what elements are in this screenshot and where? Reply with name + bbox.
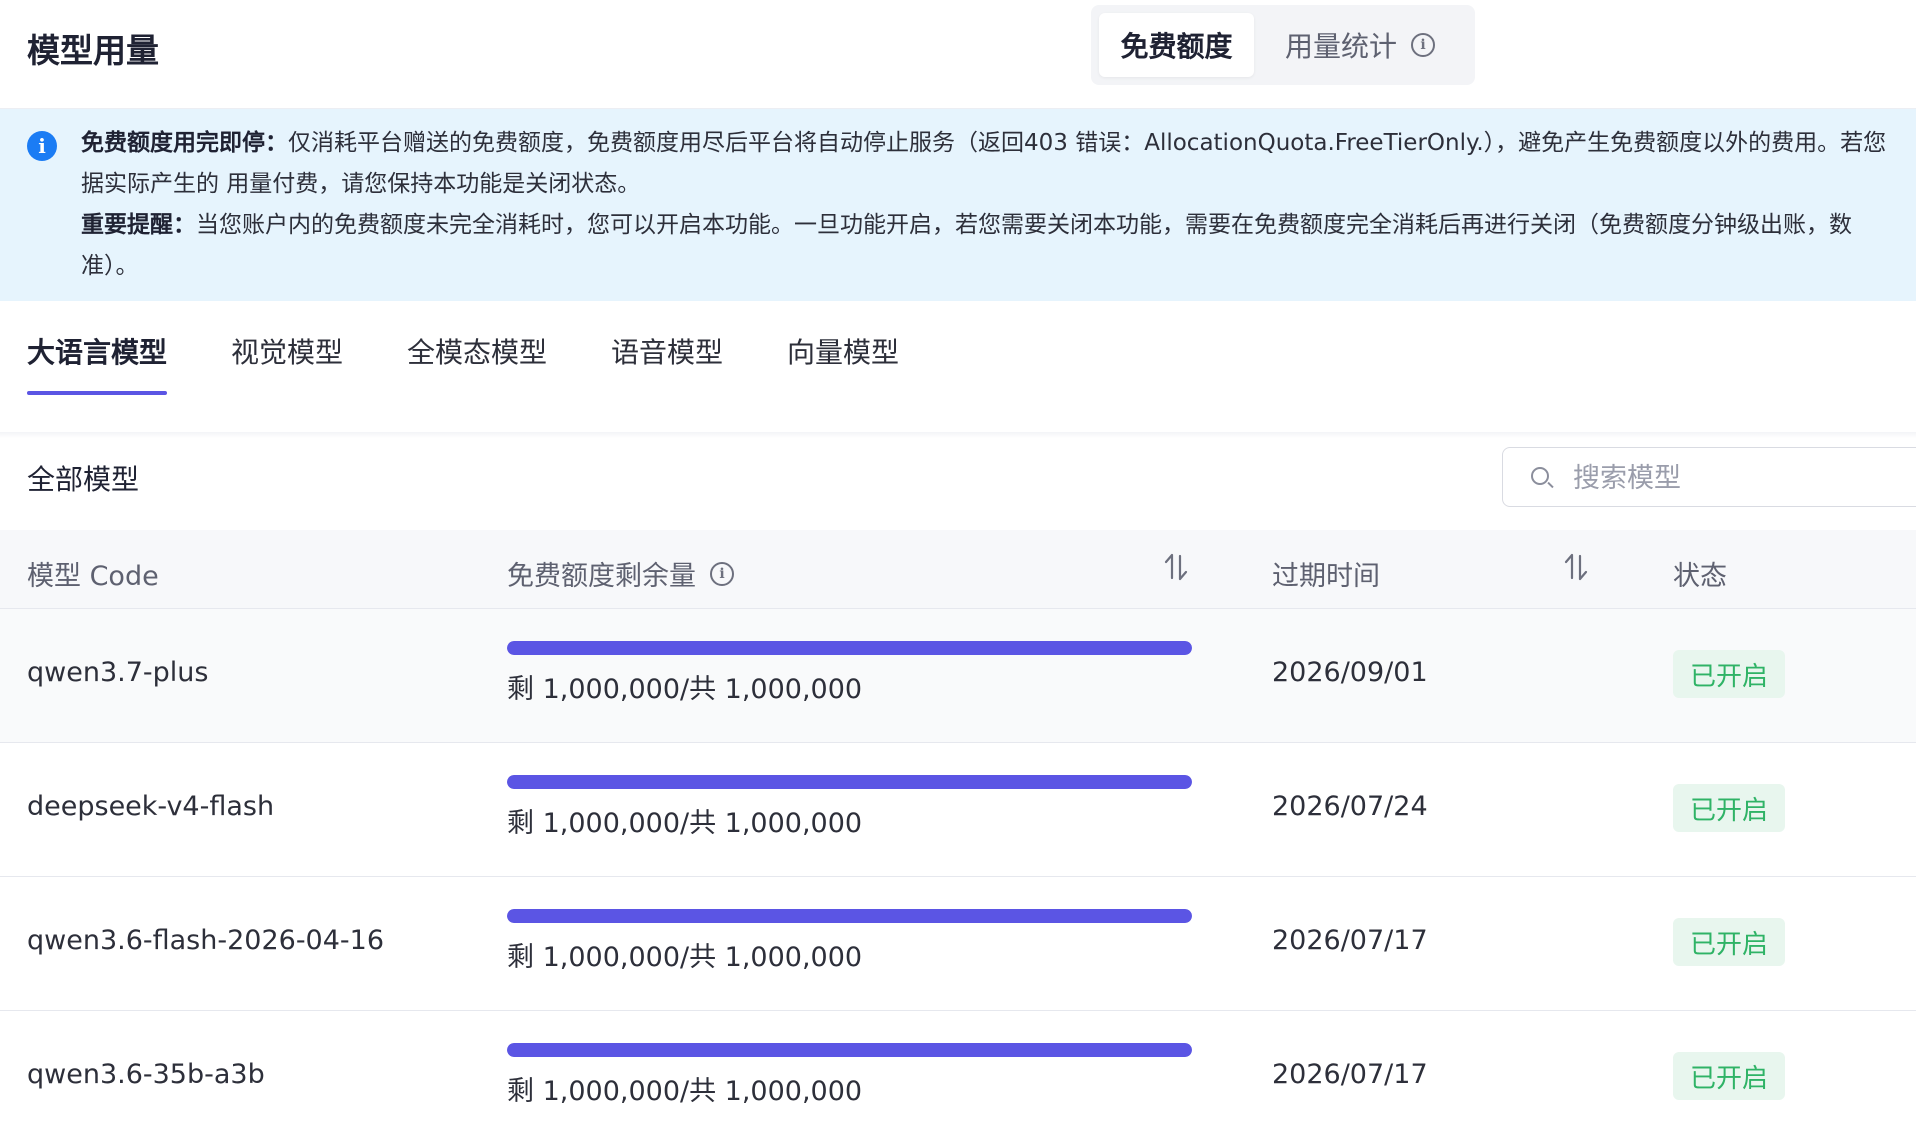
- quota-progress-fill: [507, 641, 1192, 655]
- quota-text: 剩 1,000,000/共 1,000,000: [507, 1076, 863, 1107]
- notice-text-1: 仅消耗平台赠送的免费额度，免费额度用尽后平台将自动停止服务（返回403 错误：A…: [288, 130, 1887, 156]
- tab-llm[interactable]: 大语言模型: [27, 331, 167, 371]
- quota-progress-bar: [507, 641, 1192, 655]
- search-icon: [1531, 467, 1549, 485]
- quota-progress-bar: [507, 1043, 1192, 1057]
- section-title: 全部模型: [27, 463, 140, 496]
- table-row: deepseek-v4-flash 剩 1,000,000/共 1,000,00…: [0, 743, 1916, 877]
- model-code: qwen3.6-flash-2026-04-16: [27, 925, 385, 956]
- column-header-quota-label: 免费额度剩余量: [507, 561, 696, 592]
- notice-line-2: 据实际产生的 用量付费，请您保持本功能是关闭状态。: [81, 171, 641, 197]
- table-row: qwen3.7-plus 剩 1,000,000/共 1,000,000 202…: [0, 609, 1916, 743]
- page-header: 模型用量 免费额度 用量统计 i: [0, 0, 1916, 109]
- quota-progress-fill: [507, 775, 1192, 789]
- quota-progress-bar: [507, 775, 1192, 789]
- search-input[interactable]: [1571, 454, 1915, 502]
- model-code: qwen3.6-35b-a3b: [27, 1059, 265, 1090]
- tab-audio[interactable]: 语音模型: [611, 331, 723, 371]
- table-row: qwen3.6-35b-a3b 剩 1,000,000/共 1,000,000 …: [0, 1011, 1916, 1144]
- status-badge: 已开启: [1673, 1052, 1785, 1100]
- notice-line-3: 重要提醒：当您账户内的免费额度未完全消耗时，您可以开启本功能。一旦功能开启，若您…: [81, 210, 1852, 240]
- expire-date: 2026/07/24: [1272, 791, 1428, 822]
- model-code: qwen3.7-plus: [27, 657, 209, 688]
- quota-progress-fill: [507, 1043, 1192, 1057]
- view-switcher: 免费额度 用量统计 i: [1091, 5, 1475, 85]
- tab-embedding[interactable]: 向量模型: [787, 331, 899, 371]
- model-type-tabs: 大语言模型 视觉模型 全模态模型 语音模型 向量模型: [0, 301, 1916, 433]
- column-header-expire: 过期时间: [1272, 561, 1380, 592]
- table-header: 模型 Code 免费额度剩余量 i 过期时间 状态: [0, 530, 1916, 609]
- notice-line-4: 准）。: [81, 253, 139, 279]
- notice-heading-reminder: 重要提醒：: [81, 212, 196, 238]
- expire-date: 2026/09/01: [1272, 657, 1428, 688]
- active-tab-indicator: [27, 391, 167, 395]
- sort-icon[interactable]: [1563, 552, 1589, 582]
- page-title: 模型用量: [27, 31, 159, 70]
- sort-icon[interactable]: [1163, 552, 1189, 582]
- notice-text-3: 当您账户内的免费额度未完全消耗时，您可以开启本功能。一旦功能开启，若您需要关闭本…: [196, 212, 1852, 238]
- tab-free-quota[interactable]: 免费额度: [1099, 13, 1254, 77]
- notice-heading-stop: 免费额度用完即停：: [81, 130, 288, 156]
- status-badge: 已开启: [1673, 784, 1785, 832]
- search-box: [1502, 447, 1916, 507]
- quota-progress-fill: [507, 909, 1192, 923]
- info-icon[interactable]: i: [1411, 33, 1436, 57]
- page: 模型用量 免费额度 用量统计 i i 免费额度用完即停：仅消耗平台赠送的免费额度…: [0, 0, 1916, 1144]
- quota-text: 剩 1,000,000/共 1,000,000: [507, 942, 863, 973]
- notice-line-1: 免费额度用完即停：仅消耗平台赠送的免费额度，免费额度用尽后平台将自动停止服务（返…: [81, 128, 1886, 158]
- table-row: qwen3.6-flash-2026-04-16 剩 1,000,000/共 1…: [0, 877, 1916, 1011]
- expire-date: 2026/07/17: [1272, 925, 1428, 956]
- info-icon: i: [27, 131, 57, 161]
- column-header-code: 模型 Code: [27, 561, 159, 592]
- model-code: deepseek-v4-flash: [27, 791, 275, 822]
- column-header-quota: 免费额度剩余量 i: [507, 554, 734, 593]
- column-header-status: 状态: [1673, 561, 1727, 592]
- quota-progress-bar: [507, 909, 1192, 923]
- tab-usage-stats[interactable]: 用量统计 i: [1285, 13, 1436, 77]
- status-badge: 已开启: [1673, 918, 1785, 966]
- expire-date: 2026/07/17: [1272, 1059, 1428, 1090]
- quota-text: 剩 1,000,000/共 1,000,000: [507, 674, 863, 705]
- tab-vision[interactable]: 视觉模型: [231, 331, 343, 371]
- status-badge: 已开启: [1673, 650, 1785, 698]
- tab-usage-stats-label: 用量统计: [1285, 30, 1398, 63]
- info-icon[interactable]: i: [710, 561, 734, 586]
- tab-omni[interactable]: 全模态模型: [407, 331, 547, 371]
- quota-text: 剩 1,000,000/共 1,000,000: [507, 808, 863, 839]
- divider: [0, 432, 1916, 438]
